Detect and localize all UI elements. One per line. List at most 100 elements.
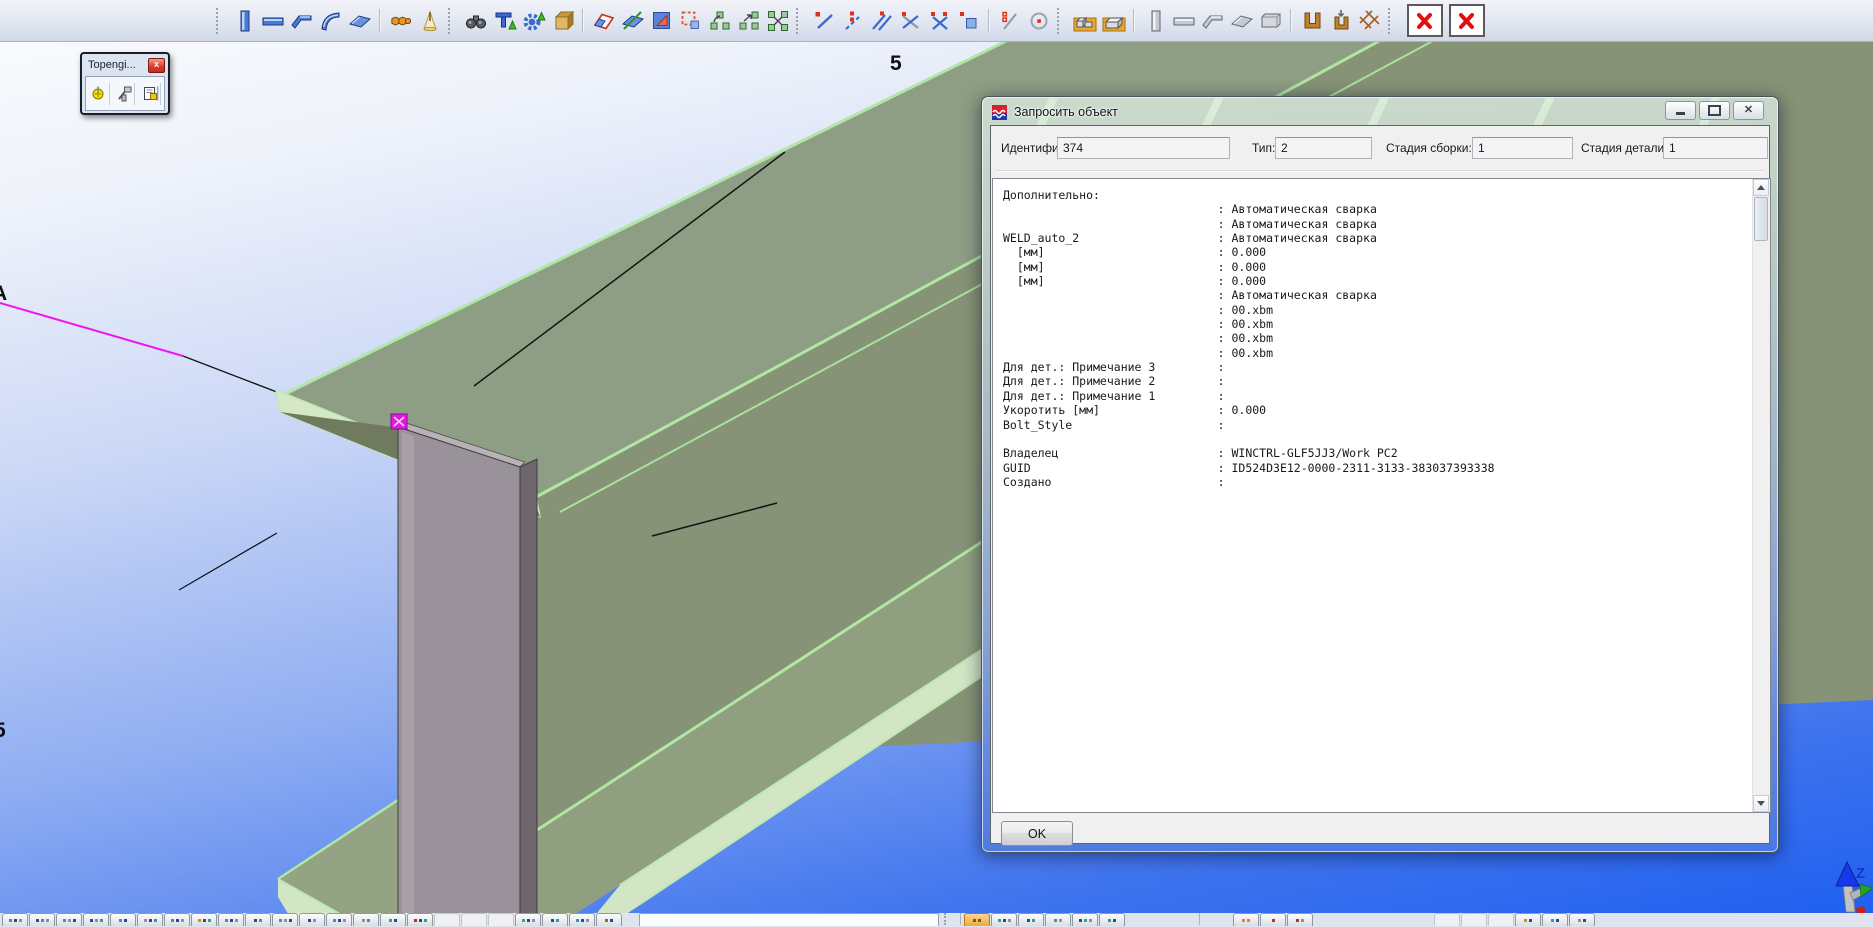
create-bolts-icon[interactable] bbox=[386, 6, 415, 35]
minimize-button[interactable] bbox=[1665, 101, 1696, 120]
create-beam-icon[interactable] bbox=[258, 6, 287, 35]
bottom-toolbar-button[interactable] bbox=[218, 913, 244, 926]
add-points-along-line-icon[interactable] bbox=[838, 6, 867, 35]
web-plate-front-face[interactable] bbox=[398, 427, 520, 927]
diagnose-part-icon[interactable] bbox=[490, 6, 519, 35]
create-rebar-mesh-icon[interactable] bbox=[1355, 6, 1384, 35]
bottom-toolbar-button[interactable] bbox=[542, 913, 568, 926]
bottom-toolbar-grip[interactable] bbox=[944, 913, 954, 925]
grid-line-a[interactable] bbox=[0, 303, 183, 356]
bottom-toolbar-button[interactable] bbox=[2, 913, 28, 926]
cut-part-polygon-icon[interactable] bbox=[647, 6, 676, 35]
bottom-toolbar-button[interactable] bbox=[596, 913, 622, 926]
bottom-toolbar-button[interactable] bbox=[1233, 913, 1259, 926]
bottom-toolbar-button[interactable] bbox=[1488, 913, 1514, 926]
bottom-toolbar-button[interactable] bbox=[407, 913, 433, 926]
interrupt-button[interactable] bbox=[1407, 4, 1443, 37]
bottom-toolbar-button[interactable] bbox=[83, 913, 109, 926]
bottom-toolbar-button[interactable] bbox=[326, 913, 352, 926]
bottom-toolbar-button[interactable] bbox=[991, 913, 1017, 926]
copy-rotate-icon[interactable] bbox=[705, 6, 734, 35]
create-pad-footing-icon[interactable] bbox=[1326, 6, 1355, 35]
topengi-toolwindow[interactable]: Topengi... x bbox=[80, 52, 170, 115]
inquiry-report-area[interactable]: Дополнительно: : Автоматическая сварка :… bbox=[992, 178, 1771, 813]
copy-mirror-icon[interactable] bbox=[734, 6, 763, 35]
bottom-toolbar-button[interactable] bbox=[1260, 913, 1286, 926]
bottom-toolbar-button[interactable] bbox=[1287, 913, 1313, 926]
bottom-toolbar-button[interactable] bbox=[1542, 913, 1568, 926]
scroll-down-button[interactable] bbox=[1753, 795, 1769, 812]
part-phase-field[interactable]: 1 bbox=[1663, 137, 1768, 159]
bottom-toolbar-button[interactable] bbox=[245, 913, 271, 926]
concrete-panel-icon[interactable] bbox=[1256, 6, 1285, 35]
bottom-toolbar-button[interactable] bbox=[272, 913, 298, 926]
concrete-polybeam-icon[interactable] bbox=[1198, 6, 1227, 35]
bottom-toolbar-button[interactable] bbox=[1099, 913, 1125, 926]
toolbar-grip[interactable] bbox=[216, 8, 226, 34]
create-component-icon[interactable] bbox=[1070, 6, 1099, 35]
vertical-scrollbar[interactable] bbox=[1752, 179, 1770, 812]
bottom-toolbar-button[interactable] bbox=[515, 913, 541, 926]
bottom-toolbar-button[interactable] bbox=[110, 913, 136, 926]
ok-button[interactable]: OK bbox=[1001, 821, 1073, 846]
bottom-toolbar-button[interactable] bbox=[1515, 913, 1541, 926]
bottom-toolbar-button[interactable] bbox=[1434, 913, 1460, 926]
add-point-icon[interactable] bbox=[809, 6, 838, 35]
toolbar-grip[interactable] bbox=[1388, 8, 1398, 34]
bottom-toolbar-button[interactable] bbox=[964, 913, 990, 926]
toolbar-grip[interactable] bbox=[448, 8, 458, 34]
create-curved-beam-icon[interactable] bbox=[316, 6, 345, 35]
close-button[interactable]: ✕ bbox=[1733, 101, 1764, 120]
concrete-slab-icon[interactable] bbox=[1227, 6, 1256, 35]
bottom-toolbar-button[interactable] bbox=[488, 913, 514, 926]
concrete-beam-icon[interactable] bbox=[1169, 6, 1198, 35]
toolbar-grip[interactable] bbox=[796, 8, 806, 34]
bottom-toolbar-button[interactable] bbox=[380, 913, 406, 926]
add-point-intersection-icon[interactable] bbox=[896, 6, 925, 35]
bottom-toolbar-button[interactable] bbox=[1569, 913, 1595, 926]
assembly-phase-field[interactable]: 1 bbox=[1472, 137, 1573, 159]
measure-angle-icon[interactable] bbox=[1024, 6, 1053, 35]
create-strip-footing-icon[interactable] bbox=[1297, 6, 1326, 35]
topengi-titlebar[interactable]: Topengi... x bbox=[82, 54, 168, 75]
bottom-toolbar-button[interactable] bbox=[56, 913, 82, 926]
bolt-tool-icon[interactable] bbox=[89, 83, 110, 105]
type-field[interactable]: 2 bbox=[1275, 137, 1372, 159]
add-point-projection-icon[interactable] bbox=[925, 6, 954, 35]
autoconnection-icon[interactable] bbox=[519, 6, 548, 35]
bottom-toolbar-button[interactable] bbox=[569, 913, 595, 926]
cut-part-part-icon[interactable] bbox=[676, 6, 705, 35]
create-weld-icon[interactable] bbox=[415, 6, 444, 35]
copy-array-icon[interactable] bbox=[763, 6, 792, 35]
concrete-column-icon[interactable] bbox=[1140, 6, 1169, 35]
component-catalog-icon[interactable] bbox=[140, 83, 161, 105]
create-column-icon[interactable] bbox=[229, 6, 258, 35]
maximize-button[interactable] bbox=[1699, 101, 1730, 120]
weld-tool-icon[interactable] bbox=[115, 83, 136, 105]
bottom-toolbar-button[interactable] bbox=[1072, 913, 1098, 926]
dialog-titlebar[interactable]: Запросить объект bbox=[992, 102, 1768, 122]
fit-part-end-icon[interactable] bbox=[589, 6, 618, 35]
interrupt-button-2[interactable] bbox=[1449, 4, 1485, 37]
cut-part-line-icon[interactable] bbox=[618, 6, 647, 35]
bottom-toolbar-button[interactable] bbox=[299, 913, 325, 926]
add-points-parallel-icon[interactable] bbox=[867, 6, 896, 35]
bottom-toolbar-button[interactable] bbox=[461, 913, 487, 926]
inquire-object-dialog[interactable]: Запросить объект ✕ Идентификатор: 374 Ти… bbox=[981, 96, 1779, 853]
create-slab-icon[interactable] bbox=[548, 6, 577, 35]
bottom-toolbar-button[interactable] bbox=[1018, 913, 1044, 926]
toolbar-grip[interactable] bbox=[1057, 8, 1067, 34]
topengi-close-button[interactable]: x bbox=[148, 58, 165, 73]
bottom-toolbar-button[interactable] bbox=[137, 913, 163, 926]
bottom-toolbar-button[interactable] bbox=[164, 913, 190, 926]
scrollbar-thumb[interactable] bbox=[1754, 197, 1768, 241]
bottom-toolbar-button[interactable] bbox=[29, 913, 55, 926]
bottom-toolbar-button[interactable] bbox=[434, 913, 460, 926]
selected-weld-marker[interactable] bbox=[391, 414, 407, 429]
bottom-toolbar-button[interactable] bbox=[353, 913, 379, 926]
identifier-field[interactable]: 374 bbox=[1057, 137, 1230, 159]
bottom-toolbar-button[interactable] bbox=[1045, 913, 1071, 926]
create-contour-plate-icon[interactable] bbox=[345, 6, 374, 35]
measure-distance-icon[interactable] bbox=[995, 6, 1024, 35]
create-detail-icon[interactable] bbox=[1099, 6, 1128, 35]
